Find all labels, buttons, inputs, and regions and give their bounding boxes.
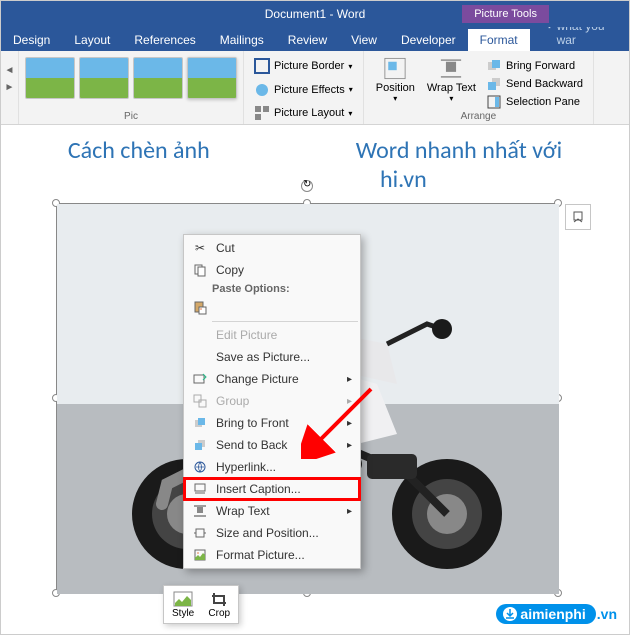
submenu-arrow-icon: ▸	[347, 396, 352, 407]
wrap-text-icon	[435, 55, 467, 82]
edit-picture-icon	[192, 327, 208, 343]
picture-style-preset[interactable]	[187, 57, 237, 99]
picture-effects-icon	[254, 82, 270, 98]
menu-item-paste-picture[interactable]	[184, 297, 360, 319]
size-position-icon	[192, 525, 208, 541]
tab-design[interactable]: Design	[1, 29, 62, 51]
layout-options-icon	[570, 209, 586, 225]
dropdown-caret-icon: ▾	[348, 109, 352, 118]
selection-pane-icon	[486, 94, 502, 110]
picture-effects-button[interactable]: Picture Effects ▾	[250, 81, 357, 99]
submenu-arrow-icon: ▸	[347, 374, 352, 385]
ribbon-group-arrange: Position ▾ Wrap Text ▾ Bring Forward Sen…	[364, 51, 594, 124]
tab-format[interactable]: Format	[468, 29, 530, 51]
mini-toolbar: Style Crop	[163, 585, 239, 624]
bring-forward-button[interactable]: Bring Forward	[482, 57, 587, 75]
picture-border-button[interactable]: Picture Border ▾	[250, 57, 357, 75]
dropdown-caret-icon: ▾	[393, 94, 397, 103]
bring-forward-icon	[486, 58, 502, 74]
selection-pane-button[interactable]: Selection Pane	[482, 93, 587, 111]
picture-border-icon	[254, 58, 270, 74]
ribbon: ◄ ► Pic Picture Border ▾ Picture Effects…	[1, 51, 629, 125]
dropdown-caret-icon: ▾	[348, 62, 352, 71]
menu-item-bring-to-front[interactable]: Bring to Front ▸	[184, 412, 360, 434]
picture-tools-label: Picture Tools	[462, 5, 549, 23]
menu-item-format-picture[interactable]: Format Picture...	[184, 544, 360, 566]
menu-item-hyperlink[interactable]: Hyperlink...	[184, 456, 360, 478]
menu-item-edit-picture: Edit Picture	[184, 324, 360, 346]
hyperlink-icon	[192, 459, 208, 475]
wrap-text-button[interactable]: Wrap Text ▾	[421, 53, 482, 105]
tab-layout[interactable]: Layout	[62, 29, 122, 51]
send-backward-button[interactable]: Send Backward	[482, 75, 587, 93]
menu-item-insert-caption[interactable]: Insert Caption...	[184, 478, 360, 500]
document-title: Document1 - Word	[265, 7, 365, 21]
layout-options-button[interactable]	[565, 204, 591, 230]
style-icon	[172, 590, 194, 608]
format-picture-icon	[192, 547, 208, 563]
bring-to-front-icon	[192, 415, 208, 431]
menu-item-save-as-picture[interactable]: Save as Picture...	[184, 346, 360, 368]
tab-mailings[interactable]: Mailings	[208, 29, 276, 51]
change-picture-icon	[192, 371, 208, 387]
menu-item-wrap-text[interactable]: Wrap Text ▸	[184, 500, 360, 522]
paste-options-label: Paste Options:	[184, 281, 360, 297]
picture-style-gallery[interactable]	[25, 53, 237, 103]
ribbon-group-picture-styles: Pic	[19, 51, 244, 124]
menu-item-group: Group ▸	[184, 390, 360, 412]
position-button[interactable]: Position ▾	[370, 53, 421, 105]
send-backward-icon	[486, 76, 502, 92]
picture-layout-icon	[254, 105, 270, 121]
watermark-badge: aimienphi	[496, 604, 595, 624]
menu-item-change-picture[interactable]: Change Picture ▸	[184, 368, 360, 390]
dropdown-caret-icon: ▾	[349, 85, 353, 94]
menu-item-size-and-position[interactable]: Size and Position...	[184, 522, 360, 544]
tab-view[interactable]: View	[339, 29, 389, 51]
mini-crop-button[interactable]: Crop	[202, 588, 236, 621]
tab-review[interactable]: Review	[276, 29, 339, 51]
submenu-arrow-icon: ▸	[347, 440, 352, 451]
wrap-text-icon	[192, 503, 208, 519]
dropdown-caret-icon: ▾	[449, 94, 453, 103]
menu-item-cut[interactable]: ✂ Cut	[184, 237, 360, 259]
group-icon	[192, 393, 208, 409]
chevron-right-icon[interactable]: ►	[5, 82, 15, 93]
save-icon	[192, 349, 208, 365]
download-icon	[502, 606, 518, 622]
watermark: aimienphi .vn	[496, 604, 617, 624]
menu-item-send-to-back[interactable]: Send to Back ▸	[184, 434, 360, 456]
menu-separator	[212, 321, 358, 322]
submenu-arrow-icon: ▸	[347, 418, 352, 429]
ribbon-group-label: Arrange	[370, 111, 587, 122]
cut-icon: ✂	[192, 240, 208, 256]
tab-references[interactable]: References	[122, 29, 207, 51]
crop-icon	[208, 590, 230, 608]
context-menu: ✂ Cut Copy Paste Options: Edit Picture S…	[183, 234, 361, 569]
picture-style-preset[interactable]	[79, 57, 129, 99]
picture-style-preset[interactable]	[133, 57, 183, 99]
mini-style-button[interactable]: Style	[166, 588, 200, 621]
picture-layout-button[interactable]: Picture Layout ▾	[250, 104, 357, 122]
title-bar: Document1 - Word Picture Tools	[1, 1, 629, 27]
ribbon-tabs: Design Layout References Mailings Review…	[1, 27, 629, 51]
ribbon-group-picture-options: Picture Border ▾ Picture Effects ▾ Pictu…	[244, 51, 364, 124]
ribbon-group-label: Pic	[25, 111, 237, 122]
submenu-arrow-icon: ▸	[347, 506, 352, 517]
send-to-back-icon	[192, 437, 208, 453]
insert-caption-icon	[192, 481, 208, 497]
position-icon	[379, 55, 411, 82]
paste-picture-icon	[192, 300, 208, 316]
menu-item-copy[interactable]: Copy	[184, 259, 360, 281]
copy-icon	[192, 262, 208, 278]
document-heading: Cách chèn ảnh xxxxxxxxxxxxx Word nhanh n…	[13, 137, 617, 195]
rotate-handle[interactable]	[301, 180, 313, 192]
tab-developer[interactable]: Developer	[389, 29, 468, 51]
picture-style-preset[interactable]	[25, 57, 75, 99]
chevron-left-icon[interactable]: ◄	[5, 65, 15, 76]
